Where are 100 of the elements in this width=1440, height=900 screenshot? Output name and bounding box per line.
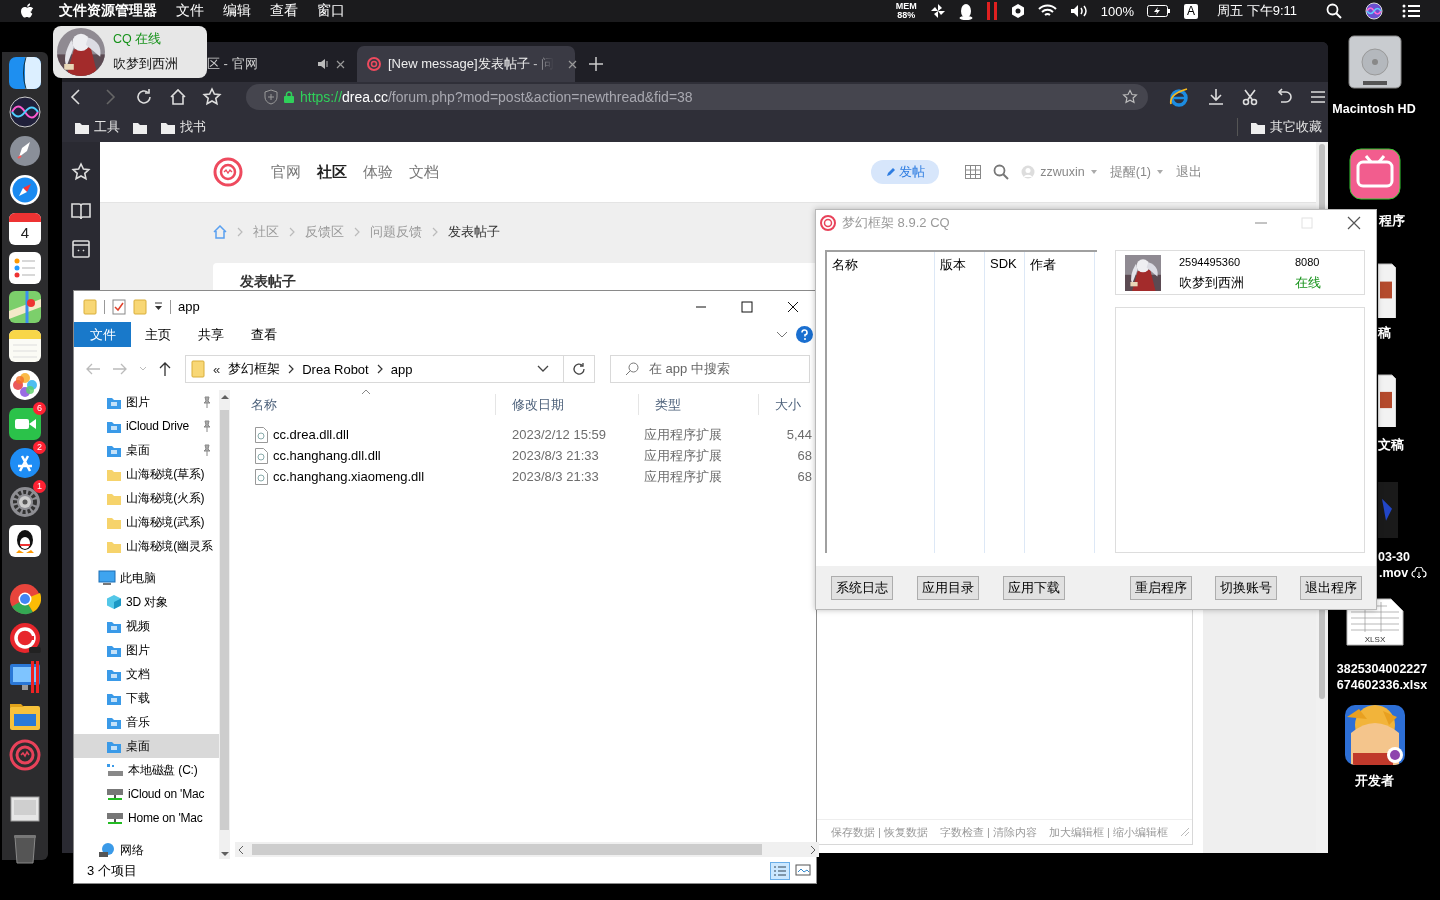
checklist-icon[interactable] bbox=[9, 252, 41, 284]
map-icon[interactable] bbox=[9, 291, 41, 323]
ribbon-tab[interactable]: 共享 bbox=[184, 322, 237, 347]
notepad-icon[interactable] bbox=[9, 330, 41, 362]
ribbon-tab[interactable]: 主页 bbox=[131, 322, 184, 347]
menu-list-icon[interactable] bbox=[1402, 4, 1420, 18]
nav-item[interactable]: 音乐 bbox=[74, 710, 219, 734]
inbox-icon[interactable] bbox=[72, 240, 90, 258]
properties-icon[interactable] bbox=[112, 298, 126, 315]
bookmark-folder[interactable]: 其它收藏 bbox=[1250, 118, 1322, 136]
menu-item[interactable]: 文件 bbox=[176, 2, 204, 20]
nav-item[interactable]: 本地磁盘 (C:) bbox=[74, 758, 219, 782]
address-bar[interactable]: « 梦幻框架 Drea Robot app bbox=[185, 355, 595, 383]
resize-grip-icon[interactable] bbox=[1180, 827, 1190, 837]
home-icon[interactable] bbox=[168, 87, 188, 107]
apple-icon[interactable] bbox=[20, 3, 34, 19]
expand-ribbon-icon[interactable] bbox=[776, 330, 788, 339]
ring-logo-icon[interactable] bbox=[213, 157, 243, 187]
up-icon[interactable] bbox=[158, 361, 172, 377]
wifi-icon[interactable] bbox=[1037, 4, 1057, 18]
penguin-icon[interactable] bbox=[9, 525, 41, 557]
pinwheel-icon[interactable] bbox=[929, 3, 946, 19]
download-icon[interactable] bbox=[1206, 87, 1226, 107]
speaker-icon[interactable] bbox=[317, 58, 329, 70]
star-icon[interactable] bbox=[202, 87, 222, 107]
nav-link[interactable]: 官网 bbox=[271, 162, 301, 182]
rocket-icon[interactable] bbox=[9, 135, 41, 167]
column-header[interactable]: 类型 bbox=[639, 394, 759, 415]
file-row[interactable]: cc.hanghang.dll.dll 2023/8/3 21:33 应用程序扩展 68 bbox=[235, 445, 819, 466]
file-row[interactable]: cc.drea.dll.dll 2023/2/12 15:59 应用程序扩展 5,44 bbox=[235, 424, 819, 445]
hexagon-icon[interactable] bbox=[1010, 3, 1025, 19]
bookmark-folder[interactable]: 工具 bbox=[74, 118, 120, 136]
nav-link[interactable]: 体验 bbox=[363, 162, 393, 182]
nav-item[interactable]: 视频 bbox=[74, 614, 219, 638]
action-button[interactable]: 应用下载 bbox=[1003, 575, 1065, 600]
flower-icon[interactable] bbox=[9, 369, 41, 401]
thumbnail-view-icon[interactable] bbox=[794, 862, 812, 878]
penguin-icon[interactable] bbox=[958, 2, 973, 20]
broken-ring-icon[interactable] bbox=[9, 622, 41, 654]
search-field[interactable]: 在 app 中搜索 bbox=[610, 355, 810, 383]
nav-item[interactable]: 桌面 bbox=[74, 734, 219, 758]
app-name[interactable]: 文件资源管理器 bbox=[59, 2, 157, 20]
ring-logo-icon[interactable] bbox=[820, 215, 836, 231]
scrollbar[interactable] bbox=[219, 390, 230, 859]
column-header[interactable]: 版本 bbox=[940, 257, 966, 272]
address-field[interactable]: https://drea.cc/forum.php?mod=post&action=newthread&fid=38 bbox=[246, 84, 1148, 110]
nav-item[interactable]: 山海秘境(火系) bbox=[74, 486, 219, 510]
search-icon[interactable] bbox=[1326, 3, 1342, 19]
column-header[interactable]: SDK bbox=[990, 256, 1017, 271]
scissors-icon[interactable] bbox=[1240, 87, 1260, 107]
nav-item[interactable]: 此电脑 bbox=[74, 566, 219, 590]
pause-icon[interactable] bbox=[985, 2, 998, 20]
book-icon[interactable] bbox=[71, 202, 91, 220]
wave-orb-icon[interactable] bbox=[9, 96, 41, 128]
column-header[interactable]: 作者 bbox=[1030, 257, 1056, 272]
menu-item[interactable]: 查看 bbox=[270, 2, 298, 20]
nav-item[interactable]: iCloud on 'Mac bbox=[74, 782, 219, 806]
menu-item[interactable]: 编辑 bbox=[223, 2, 251, 20]
nav-item[interactable]: 下载 bbox=[74, 686, 219, 710]
grid-icon[interactable] bbox=[965, 165, 982, 179]
reminders-menu[interactable]: 提醒(1) bbox=[1109, 163, 1164, 181]
nav-item[interactable]: 山海秘境(幽灵系 bbox=[74, 534, 219, 558]
scrollbar[interactable] bbox=[235, 842, 819, 857]
volume-icon[interactable] bbox=[1069, 4, 1088, 18]
ribbon-tab[interactable]: 查看 bbox=[237, 322, 290, 347]
action-button[interactable]: 应用目录 bbox=[917, 575, 979, 600]
browser-tab[interactable]: [New message]发表帖子 - 问 bbox=[357, 46, 575, 82]
address-dropdown-icon[interactable] bbox=[537, 365, 549, 373]
close-icon[interactable] bbox=[568, 59, 578, 69]
menubar-clock[interactable]: 周五 下午9:11 bbox=[1217, 2, 1297, 20]
column-header[interactable]: 名称 bbox=[832, 257, 858, 272]
two-tone-tile-icon[interactable] bbox=[9, 57, 41, 89]
nav-item[interactable]: Home on 'Mac bbox=[74, 806, 219, 830]
nav-item[interactable]: 图片 bbox=[74, 638, 219, 662]
nav-item[interactable]: 山海秘境(草系) bbox=[74, 462, 219, 486]
reload-icon[interactable] bbox=[134, 87, 154, 107]
nav-item[interactable]: 桌面 bbox=[74, 438, 219, 462]
menu-item[interactable]: 窗口 bbox=[317, 2, 345, 20]
refresh-icon[interactable] bbox=[572, 362, 586, 376]
close-icon[interactable] bbox=[336, 59, 345, 69]
nav-item[interactable]: 网络 bbox=[74, 838, 219, 859]
breadcrumb-link[interactable]: 发表帖子 bbox=[448, 223, 500, 241]
nav-link[interactable]: 社区 bbox=[317, 162, 347, 182]
ring-logo-icon[interactable] bbox=[9, 739, 41, 771]
nav-item[interactable]: iCloud Drive bbox=[74, 414, 219, 438]
folder-icon[interactable] bbox=[132, 120, 148, 134]
column-header[interactable]: 名称 bbox=[235, 394, 496, 415]
action-button[interactable]: 退出程序 bbox=[1300, 575, 1362, 600]
dropdown-icon[interactable] bbox=[154, 301, 163, 312]
input-source-indicator[interactable]: A bbox=[1184, 3, 1199, 19]
nav-item[interactable]: 3D 对象 bbox=[74, 590, 219, 614]
favorites-star-icon[interactable] bbox=[71, 162, 91, 182]
nav-item[interactable]: 图片 bbox=[74, 390, 219, 414]
column-header[interactable]: 修改日期 bbox=[496, 394, 639, 415]
file-row[interactable]: cc.hanghang.xiaomeng.dll 2023/8/3 21:33 应用程序扩展 68 bbox=[235, 466, 819, 487]
compass-icon[interactable] bbox=[9, 174, 41, 206]
calendar-icon[interactable] bbox=[9, 213, 41, 245]
voice-assistant-icon[interactable] bbox=[1365, 2, 1383, 20]
ribbon-tab[interactable]: 文件 bbox=[74, 322, 131, 347]
nav-link[interactable]: 文档 bbox=[409, 162, 439, 182]
